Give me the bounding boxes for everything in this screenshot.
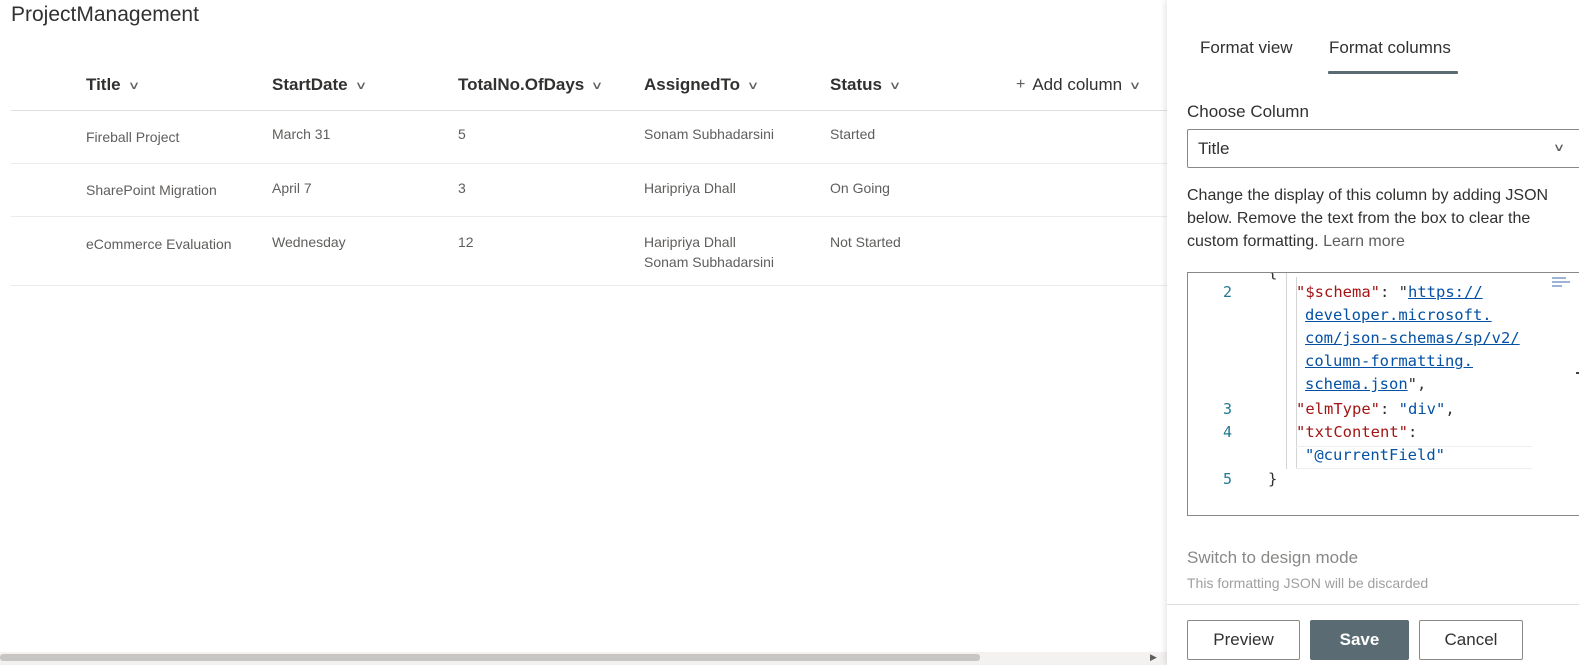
schema-url-link[interactable]: com/json-schemas/sp/v2/ <box>1305 329 1520 347</box>
scroll-right-arrow-icon[interactable]: ▶ <box>1150 652 1157 663</box>
chevron-down-icon: ∨ <box>127 79 140 92</box>
list-view: ProjectManagement Title ∨ StartDate ∨ To… <box>0 0 1167 665</box>
column-header-totaldays[interactable]: TotalNo.OfDays ∨ <box>458 72 604 98</box>
editor-minimap[interactable] <box>1552 277 1570 291</box>
chevron-down-icon: ∨ <box>746 79 760 92</box>
schema-url-link[interactable]: column-formatting. <box>1305 352 1473 370</box>
json-closing-brace: } <box>1268 470 1278 488</box>
schema-url-link[interactable]: developer.microsoft. <box>1305 306 1492 324</box>
header-divider <box>11 110 1167 111</box>
chevron-down-icon: ∨ <box>591 79 604 92</box>
line-number: 2 <box>1222 283 1232 301</box>
code-line: "txtContent": <box>1296 421 1417 444</box>
json-punctuation: ", <box>1407 375 1427 393</box>
json-key: "txtContent" <box>1296 423 1408 441</box>
cell-status: On Going <box>830 180 890 196</box>
code-line: column-formatting. <box>1305 350 1473 373</box>
column-header-startdate[interactable]: StartDate ∨ <box>272 72 367 98</box>
format-description: Change the display of this column by add… <box>1187 184 1552 253</box>
code-line: com/json-schemas/sp/v2/ <box>1305 327 1520 350</box>
learn-more-link[interactable]: Learn more <box>1323 233 1405 250</box>
add-column-label: Add column <box>1032 75 1123 94</box>
choose-column-label: Choose Column <box>1187 102 1309 121</box>
active-tab-indicator <box>1328 71 1458 74</box>
indent-guide <box>1286 273 1287 469</box>
chevron-down-icon: ∨ <box>354 79 367 92</box>
json-string: "@currentField" <box>1305 446 1445 464</box>
code-line: "elmType": "div", <box>1296 398 1455 421</box>
line-number: 4 <box>1222 423 1232 441</box>
switch-to-design-mode-link[interactable]: Switch to design mode <box>1187 548 1358 568</box>
cell-assigned-to[interactable]: Sonam Subhadarsini <box>644 252 774 272</box>
json-punctuation: , <box>1445 400 1455 418</box>
json-punctuation: : <box>1407 423 1418 441</box>
json-punctuation: : " <box>1380 283 1408 301</box>
code-line: "@currentField" <box>1305 444 1445 467</box>
code-line: "$schema": "https:// <box>1296 281 1483 304</box>
json-key: "$schema" <box>1296 283 1380 301</box>
cell-total-days: 5 <box>458 126 466 142</box>
json-punctuation: : <box>1380 400 1399 418</box>
cell-start-date: March 31 <box>272 126 331 142</box>
cell-start-date: Wednesday <box>272 234 346 250</box>
column-header-label: TotalNo.OfDays <box>458 75 585 94</box>
chevron-down-icon: ∨ <box>1128 79 1142 92</box>
cell-assigned-to[interactable]: Sonam Subhadarsini <box>644 124 774 144</box>
code-line: } <box>1268 468 1277 491</box>
line-number: 3 <box>1222 400 1232 418</box>
code-line: developer.microsoft. <box>1305 304 1492 327</box>
cell-title[interactable]: eCommerce Evaluation <box>86 234 232 254</box>
column-header-status[interactable]: Status ∨ <box>830 72 902 98</box>
code-line: schema.json", <box>1305 373 1426 396</box>
tab-format-view[interactable]: Format view <box>1200 38 1293 58</box>
save-button[interactable]: Save <box>1310 620 1409 660</box>
dropdown-selected-value: Title <box>1198 139 1230 158</box>
cell-title[interactable]: SharePoint Migration <box>86 180 217 200</box>
cell-start-date: April 7 <box>272 180 312 196</box>
column-header-assignedto[interactable]: AssignedTo ∨ <box>644 72 760 98</box>
cell-total-days: 3 <box>458 180 466 196</box>
cancel-button[interactable]: Cancel <box>1419 620 1523 660</box>
scrollbar-thumb[interactable] <box>0 654 980 661</box>
plus-icon: + <box>1016 76 1026 93</box>
cell-status: Not Started <box>830 234 901 250</box>
code-fragment: { <box>1268 272 1278 281</box>
footer-divider <box>1167 604 1579 605</box>
json-string: "div" <box>1398 400 1446 418</box>
cell-status: Started <box>830 126 876 142</box>
column-header-label: Title <box>86 75 121 94</box>
line-number: 5 <box>1222 470 1232 488</box>
json-key: "elmType" <box>1296 400 1380 418</box>
cell-title[interactable]: Fireball Project <box>86 127 179 147</box>
preview-button[interactable]: Preview <box>1187 620 1300 660</box>
schema-url-link[interactable]: https:// <box>1408 283 1483 301</box>
chevron-down-icon: ∨ <box>1552 142 1566 154</box>
format-panel: Format view Format columns Choose Column… <box>1167 0 1579 665</box>
column-header-title[interactable]: Title ∨ <box>86 72 140 98</box>
cell-assigned-to[interactable]: Haripriya Dhall <box>644 178 736 198</box>
row-divider <box>11 285 1167 286</box>
chevron-down-icon: ∨ <box>888 79 902 92</box>
add-column-button[interactable]: + Add column ∨ <box>1016 72 1142 98</box>
choose-column-dropdown[interactable]: Title ∨ <box>1187 129 1579 168</box>
column-header-label: AssignedTo <box>644 75 741 94</box>
tab-format-columns[interactable]: Format columns <box>1329 38 1451 58</box>
column-header-label: StartDate <box>272 75 348 94</box>
column-header-label: Status <box>830 75 882 94</box>
sharepoint-list-page: ProjectManagement Title ∨ StartDate ∨ To… <box>0 0 1579 665</box>
json-code-editor[interactable]: { 2 "$schema": "https:// developer.micro… <box>1187 272 1579 516</box>
cell-assigned-to[interactable]: Haripriya Dhall <box>644 232 736 252</box>
row-divider <box>11 216 1167 217</box>
cell-total-days: 12 <box>458 234 474 250</box>
discard-note: This formatting JSON will be discarded <box>1187 575 1429 591</box>
list-title: ProjectManagement <box>11 3 199 26</box>
schema-url-link[interactable]: schema.json <box>1305 375 1408 393</box>
row-divider <box>11 163 1167 164</box>
